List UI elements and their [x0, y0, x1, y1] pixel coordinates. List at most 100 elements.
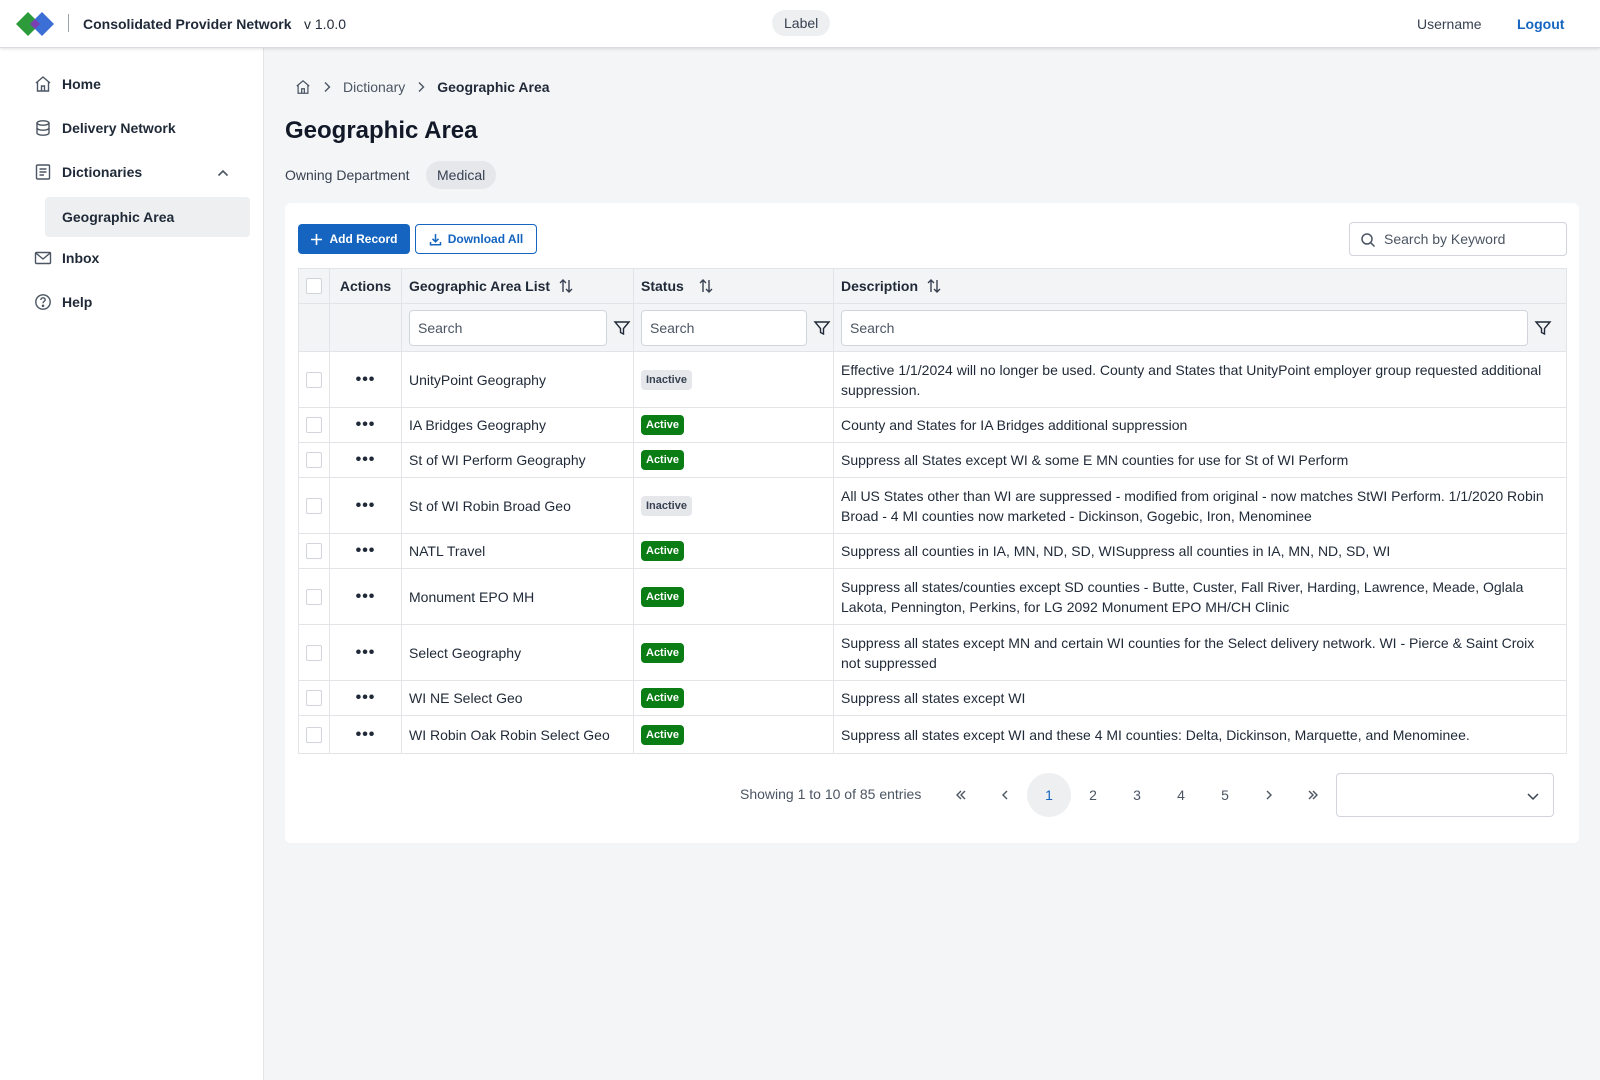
page-2-button[interactable]: 2: [1071, 773, 1115, 817]
keyword-search-input[interactable]: [1384, 223, 1562, 255]
more-actions-icon[interactable]: •••: [356, 371, 376, 387]
table-filter-row: [299, 304, 1566, 352]
sidebar-item-dictionaries[interactable]: Dictionaries: [34, 162, 142, 182]
chevron-right-icon: [321, 81, 333, 93]
add-record-button[interactable]: Add Record: [298, 224, 410, 254]
sidebar-subitem-geographic-area[interactable]: Geographic Area: [45, 197, 250, 237]
filter-icon[interactable]: [613, 319, 631, 337]
row-checkbox[interactable]: [306, 644, 322, 661]
more-actions-icon[interactable]: •••: [356, 588, 376, 604]
breadcrumb: Dictionary Geographic Area: [295, 78, 550, 96]
row-name: Monument EPO MH: [402, 569, 634, 624]
sidebar-item-home[interactable]: Home: [34, 74, 101, 94]
sort-icon[interactable]: [558, 278, 574, 294]
sort-icon[interactable]: [698, 278, 714, 294]
table-row[interactable]: ••• St of WI Robin Broad Geo Inactive Al…: [299, 478, 1566, 534]
row-checkbox[interactable]: [306, 588, 322, 605]
description-filter-input[interactable]: [841, 309, 1528, 346]
row-checkbox-cell: [299, 443, 330, 477]
page-4-button[interactable]: 4: [1159, 773, 1203, 817]
row-checkbox[interactable]: [306, 690, 322, 706]
logout-link[interactable]: Logout: [1517, 16, 1564, 32]
previous-page-button[interactable]: [983, 773, 1027, 817]
name-filter-input[interactable]: [409, 309, 607, 346]
row-name: Select Geography: [402, 625, 634, 680]
page-title: Geographic Area: [285, 117, 478, 144]
row-description: All US States other than WI are suppress…: [841, 487, 1544, 524]
chevron-right-icon: [415, 81, 427, 93]
filter-icon[interactable]: [1534, 319, 1552, 337]
row-checkbox-cell: [299, 716, 330, 753]
table-row[interactable]: ••• Monument EPO MH Active Suppress all …: [299, 569, 1566, 625]
sidebar-item-label: Help: [62, 294, 93, 310]
row-checkbox[interactable]: [306, 543, 322, 559]
row-name: St of WI Perform Geography: [402, 443, 634, 477]
row-checkbox-cell: [299, 478, 330, 533]
sort-icon[interactable]: [926, 278, 942, 294]
home-icon[interactable]: [295, 79, 311, 95]
sidebar-item-label: Inbox: [62, 250, 100, 266]
logo-icon: [16, 12, 54, 36]
table-row[interactable]: ••• Select Geography Active Suppress all…: [299, 625, 1566, 681]
more-actions-icon[interactable]: •••: [356, 726, 376, 742]
page-3-button[interactable]: 3: [1115, 773, 1159, 817]
row-status-cell: Active: [634, 716, 834, 753]
status-badge: Active: [641, 450, 685, 470]
sidebar-item-inbox[interactable]: Inbox: [34, 248, 99, 268]
last-page-button[interactable]: [1291, 773, 1335, 817]
header-description[interactable]: Description: [834, 269, 1566, 303]
page-size-select[interactable]: [1336, 773, 1554, 817]
sidebar-item-help[interactable]: Help: [34, 292, 92, 312]
row-description: Effective 1/1/2024 will no longer be use…: [841, 361, 1542, 398]
download-all-button[interactable]: Download All: [415, 224, 537, 254]
more-actions-icon[interactable]: •••: [356, 452, 376, 468]
row-description: County and States for IA Bridges additio…: [841, 417, 1188, 433]
status-badge: Active: [641, 688, 685, 708]
chevron-right-icon: [1266, 790, 1272, 800]
more-actions-icon[interactable]: •••: [356, 543, 376, 559]
row-status-cell: Active: [634, 681, 834, 715]
row-checkbox[interactable]: [306, 497, 322, 514]
row-checkbox[interactable]: [306, 452, 322, 468]
table-row[interactable]: ••• WI NE Select Geo Active Suppress all…: [299, 681, 1566, 716]
sidebar-item-label: Home: [62, 76, 101, 92]
row-checkbox-cell: [299, 569, 330, 624]
table-row[interactable]: ••• WI Robin Oak Robin Select Geo Active…: [299, 716, 1566, 753]
header-status[interactable]: Status: [634, 269, 834, 303]
more-actions-icon[interactable]: •••: [356, 417, 376, 433]
select-all-checkbox[interactable]: [306, 278, 322, 294]
row-actions-cell: •••: [330, 569, 402, 624]
row-name: St of WI Robin Broad Geo: [402, 478, 634, 533]
page-1-button[interactable]: 1: [1027, 773, 1071, 817]
more-actions-icon[interactable]: •••: [356, 690, 376, 706]
add-record-label: Add Record: [329, 232, 398, 246]
row-checkbox[interactable]: [306, 726, 322, 743]
breadcrumb-item-dictionary[interactable]: Dictionary: [343, 79, 405, 95]
app-version: v 1.0.0: [304, 16, 347, 32]
table-row[interactable]: ••• NATL Travel Active Suppress all coun…: [299, 534, 1566, 569]
geographic-area-table: Actions Geographic Area List Status Desc…: [298, 268, 1567, 754]
more-actions-icon[interactable]: •••: [356, 644, 376, 660]
more-actions-icon[interactable]: •••: [356, 497, 376, 513]
filter-icon[interactable]: [813, 319, 831, 337]
header-checkbox-cell: [299, 269, 330, 303]
header-geographic-area-list[interactable]: Geographic Area List: [402, 269, 634, 303]
table-row[interactable]: ••• IA Bridges Geography Active County a…: [299, 408, 1566, 443]
table-row[interactable]: ••• UnityPoint Geography Inactive Effect…: [299, 352, 1566, 408]
chevron-up-icon[interactable]: [216, 166, 230, 180]
chevrons-left-icon: [956, 790, 966, 800]
row-checkbox[interactable]: [306, 371, 322, 388]
row-checkbox[interactable]: [306, 417, 322, 433]
first-page-button[interactable]: [939, 773, 983, 817]
row-name: WI Robin Oak Robin Select Geo: [402, 716, 634, 753]
next-page-button[interactable]: [1247, 773, 1291, 817]
row-checkbox-cell: [299, 408, 330, 442]
status-filter-input[interactable]: [641, 309, 807, 346]
row-status-cell: Inactive: [634, 352, 834, 407]
sidebar: Home Delivery Network Dictionaries Geogr…: [0, 48, 264, 1080]
sidebar-item-delivery-network[interactable]: Delivery Network: [34, 118, 176, 138]
row-actions-cell: •••: [330, 352, 402, 407]
table-row[interactable]: ••• St of WI Perform Geography Active Su…: [299, 443, 1566, 478]
page-5-button[interactable]: 5: [1203, 773, 1247, 817]
chevron-down-icon: [1527, 793, 1539, 801]
